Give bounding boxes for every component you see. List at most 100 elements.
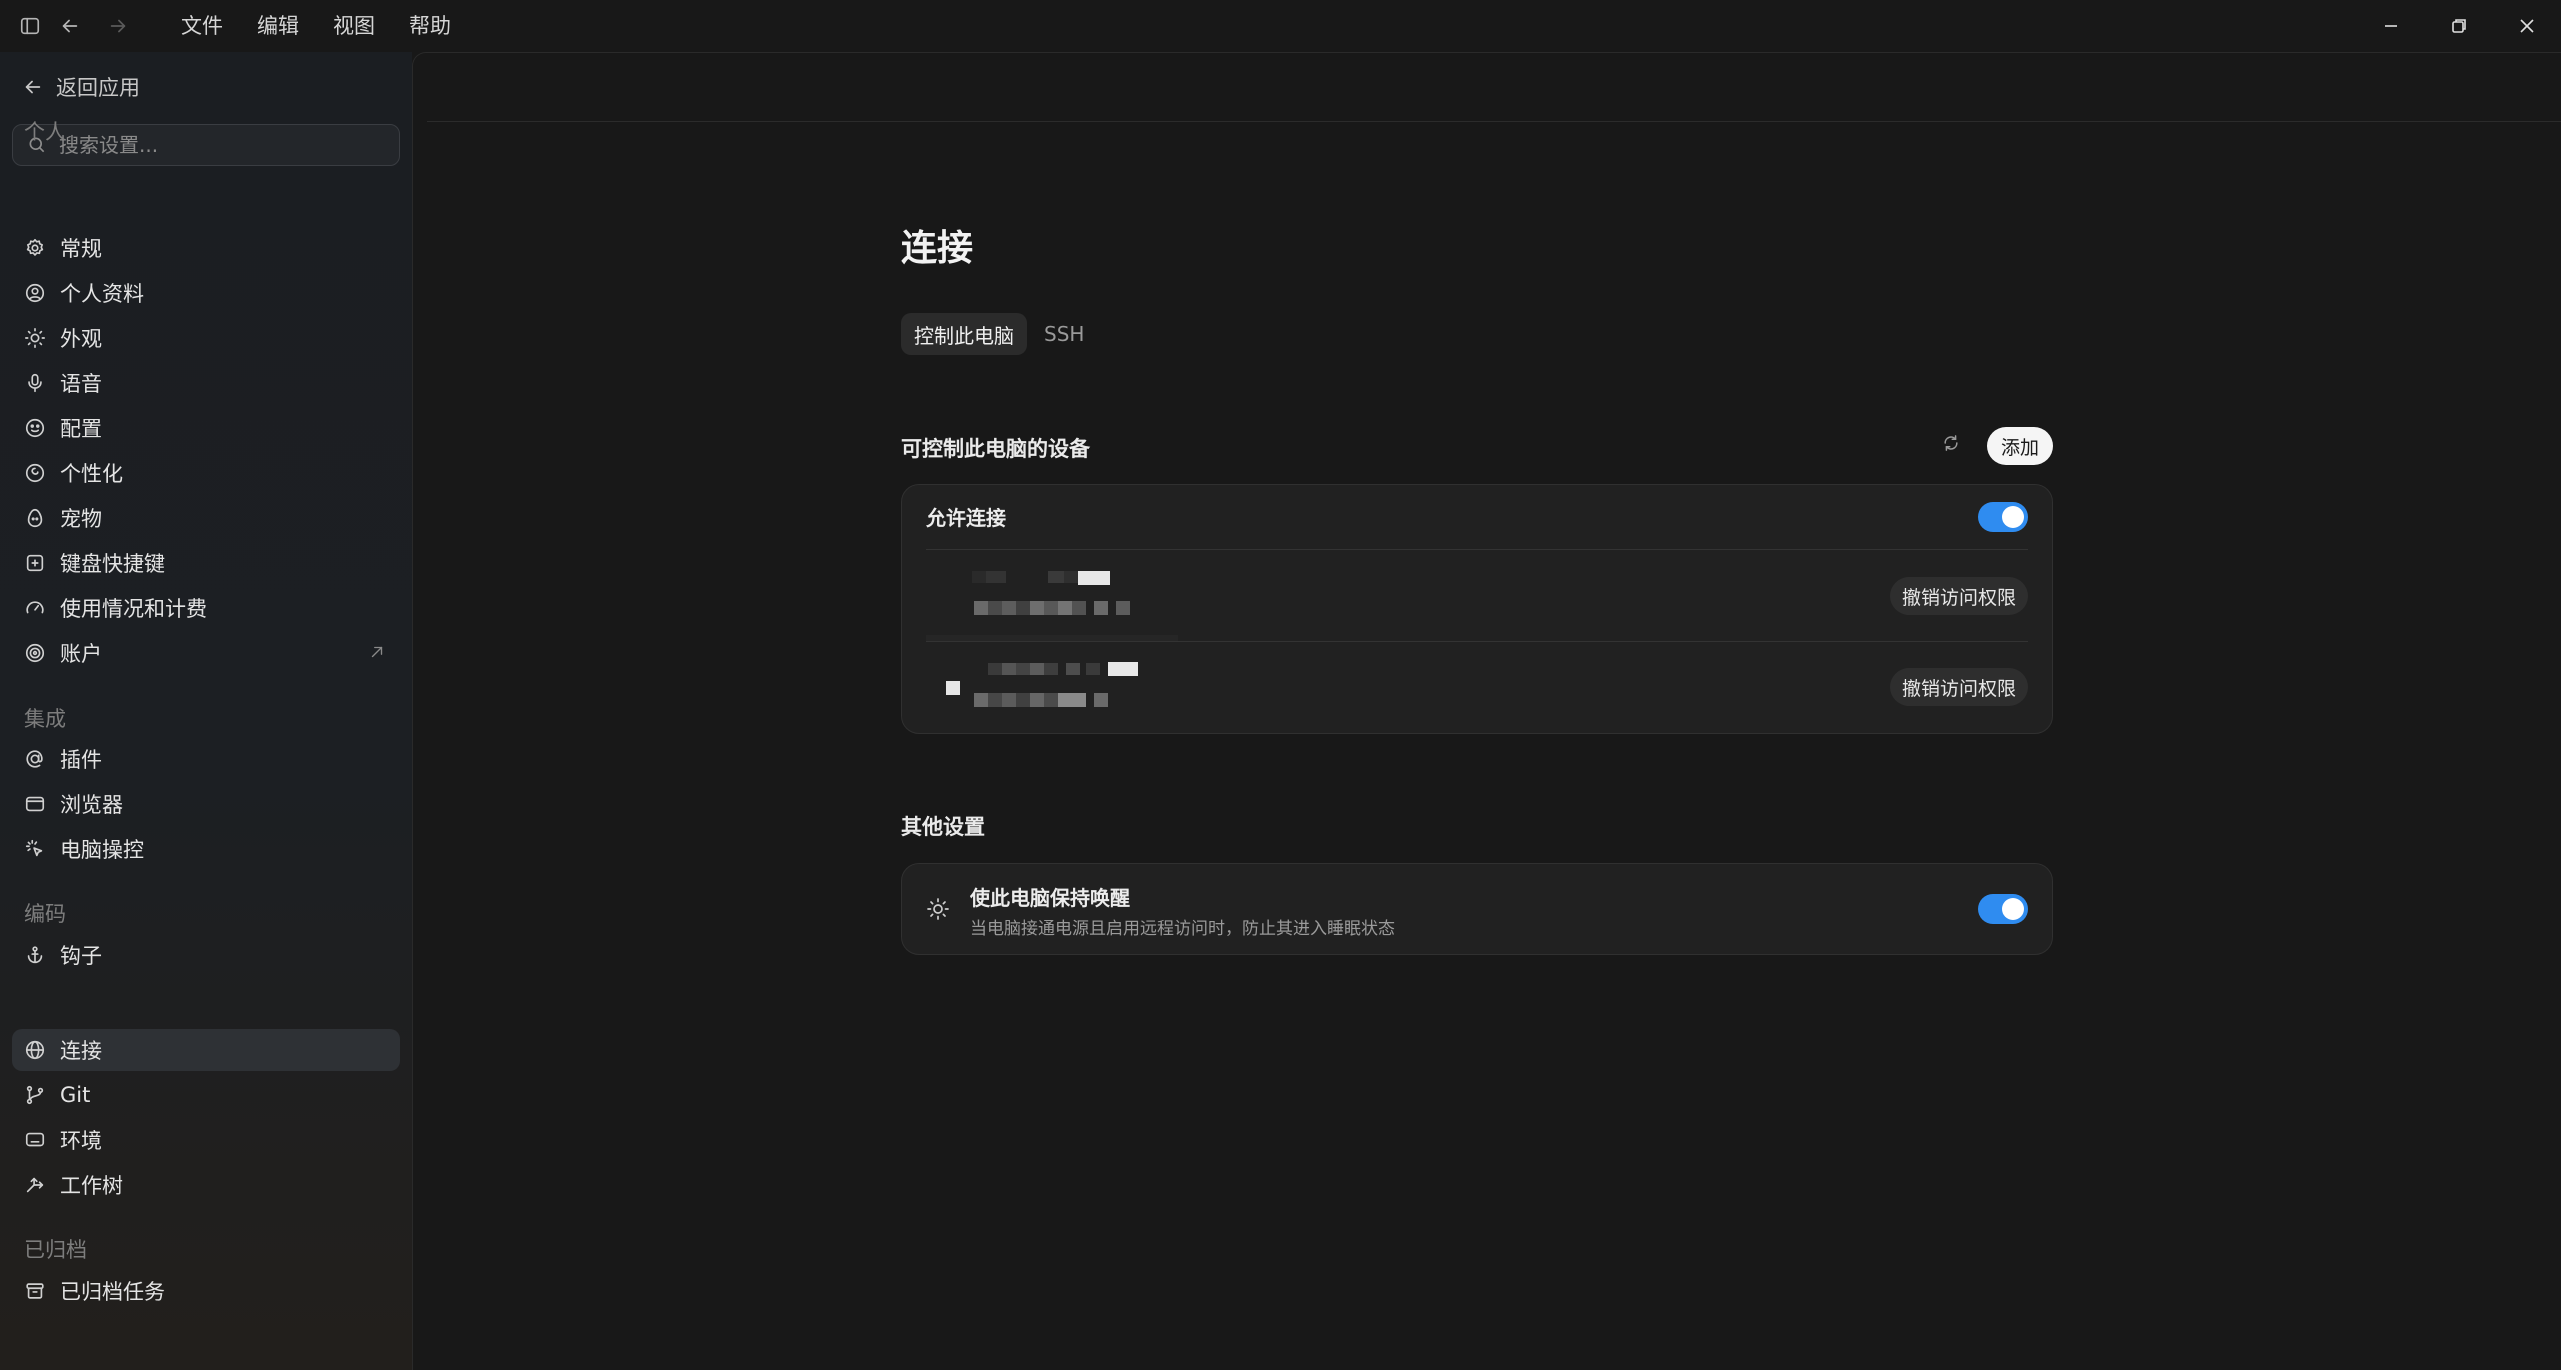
allow-connections-label: 允许连接	[926, 506, 1006, 530]
microphone-icon	[28, 373, 42, 393]
redacted-device-detail	[1002, 693, 1016, 707]
sidebar-item-profile[interactable]: 个人资料	[12, 272, 400, 314]
sidebar-item-appearance[interactable]: 外观	[12, 317, 400, 359]
keyboard-icon	[26, 554, 44, 572]
worktree-icon	[26, 1177, 44, 1193]
redacted-device-name	[1030, 663, 1044, 675]
sidebar-item-label: 已归档任务	[60, 1280, 165, 1304]
redacted-device-name	[1078, 571, 1110, 585]
allow-connections-toggle[interactable]	[1978, 502, 2028, 532]
sidebar-item-hooks[interactable]: 钩子	[12, 934, 400, 976]
redacted-device-name	[972, 571, 986, 583]
redacted-device-detail	[974, 693, 988, 707]
other-settings-title: 其他设置	[901, 815, 985, 839]
window-controls	[2357, 0, 2561, 52]
forward-arrow-icon[interactable]	[100, 8, 136, 44]
revoke-access-button[interactable]: 撤销访问权限	[1889, 668, 2028, 706]
redacted-device-name	[1044, 663, 1058, 675]
refresh-icon	[1944, 435, 1958, 451]
redacted-device-detail	[974, 601, 988, 615]
sidebar-item-label: 个人资料	[60, 282, 144, 306]
card-divider	[926, 641, 2028, 642]
sidebar-item-label: 插件	[60, 748, 102, 772]
devices-card: 允许连接 撤销访问权限 撤销访问权限	[901, 484, 2053, 734]
browser-icon	[25, 796, 45, 812]
at-icon	[26, 750, 43, 768]
sidebar-item-label: 键盘快捷键	[60, 552, 165, 576]
restore-button[interactable]	[2425, 0, 2493, 52]
redacted-device-detail	[988, 693, 1002, 707]
keep-awake-description: 当电脑接通电源且启用远程访问时，防止其进入睡眠状态	[970, 919, 1395, 939]
redacted-device-detail	[1030, 601, 1044, 615]
other-settings-card: 使此电脑保持唤醒 当电脑接通电源且启用远程访问时，防止其进入睡眠状态	[901, 863, 2053, 955]
redacted-device-detail	[1116, 601, 1130, 615]
keep-awake-toggle[interactable]	[1978, 894, 2028, 924]
redacted-device-detail	[1044, 693, 1058, 707]
redacted-device-detail	[1094, 693, 1108, 707]
add-device-button[interactable]: 添加	[1987, 427, 2053, 465]
revoke-access-button[interactable]: 撤销访问权限	[1889, 577, 2028, 615]
sidebar-item-account[interactable]: 账户	[12, 632, 400, 674]
redacted-device-name	[1016, 663, 1030, 675]
redacted-device-name	[1086, 663, 1100, 675]
face-icon	[25, 418, 45, 438]
redacted-device-detail	[1072, 601, 1086, 615]
menu-edit[interactable]: 编辑	[240, 0, 316, 52]
sidebar-item-git[interactable]: Git	[12, 1074, 400, 1116]
sidebar-item-label: Git	[60, 1083, 91, 1107]
back-to-app-link[interactable]: 返回应用	[22, 72, 140, 102]
minimize-button[interactable]	[2357, 0, 2425, 52]
menu-file[interactable]: 文件	[164, 0, 240, 52]
redacted-device-name	[1048, 571, 1064, 583]
section-label-integrations: 集成	[24, 707, 66, 731]
sidebar-item-worktree[interactable]: 工作树	[12, 1164, 400, 1206]
title-bar: 文件 编辑 视图 帮助	[0, 0, 2561, 52]
search-input[interactable]	[59, 133, 379, 157]
settings-main-panel: 连接 控制此电脑 SSH 可控制此电脑的设备 添加 允许连接 撤销访问权限 撤销…	[412, 52, 2561, 1370]
external-link-icon	[371, 646, 383, 658]
redacted-device-detail	[1002, 601, 1016, 615]
section-label-coding: 编码	[24, 902, 66, 926]
sidebar-item-label: 常规	[60, 237, 102, 261]
sidebar-item-label: 账户	[60, 642, 102, 666]
sidebar-item-label: 浏览器	[60, 793, 123, 817]
settings-search[interactable]	[12, 124, 400, 166]
anchor-icon	[27, 946, 43, 964]
sidebar-item-shortcuts[interactable]: 键盘快捷键	[12, 542, 400, 584]
sidebar-item-config[interactable]: 配置	[12, 407, 400, 449]
redacted-device-name	[986, 571, 1006, 583]
sidebar-item-computer-control[interactable]: 电脑操控	[12, 828, 400, 870]
tab-ssh[interactable]: SSH	[1031, 313, 1097, 355]
sidebar-item-usage[interactable]: 使用情况和计费	[12, 587, 400, 629]
sidebar-item-label: 配置	[60, 417, 102, 441]
sidebar-item-label: 宠物	[60, 507, 102, 531]
sidebar-item-connections[interactable]: 连接	[12, 1029, 400, 1071]
sidebar-item-general[interactable]: 常规	[12, 227, 400, 269]
sidebar-item-plugins[interactable]: 插件	[12, 738, 400, 780]
tab-control-this-computer[interactable]: 控制此电脑	[901, 313, 1027, 355]
cursor-click-icon	[25, 839, 43, 857]
sidebar-item-browser[interactable]: 浏览器	[12, 783, 400, 825]
sun-icon	[25, 328, 45, 348]
account-icon	[25, 643, 45, 663]
close-button[interactable]	[2493, 0, 2561, 52]
sidebar-item-archived-tasks[interactable]: 已归档任务	[12, 1270, 400, 1312]
sidebar-toggle-icon[interactable]	[12, 8, 48, 44]
gauge-icon	[26, 601, 44, 614]
card-divider	[926, 549, 2028, 550]
redacted-device-detail	[1044, 601, 1058, 615]
redacted-device-name	[946, 681, 960, 695]
keep-awake-title: 使此电脑保持唤醒	[970, 886, 1130, 910]
back-arrow-icon[interactable]	[52, 8, 88, 44]
refresh-button[interactable]	[1935, 427, 1967, 459]
sidebar-item-voice[interactable]: 语音	[12, 362, 400, 404]
monitor-icon	[25, 1132, 45, 1147]
menu-help[interactable]: 帮助	[392, 0, 468, 52]
sidebar-item-personalization[interactable]: 个性化	[12, 452, 400, 494]
menu-view[interactable]: 视图	[316, 0, 392, 52]
sidebar-item-label: 连接	[60, 1039, 102, 1063]
redacted-device-detail	[1058, 601, 1072, 615]
sidebar-item-pet[interactable]: 宠物	[12, 497, 400, 539]
redacted-device-name	[1066, 663, 1080, 675]
sidebar-item-environment[interactable]: 环境	[12, 1119, 400, 1161]
